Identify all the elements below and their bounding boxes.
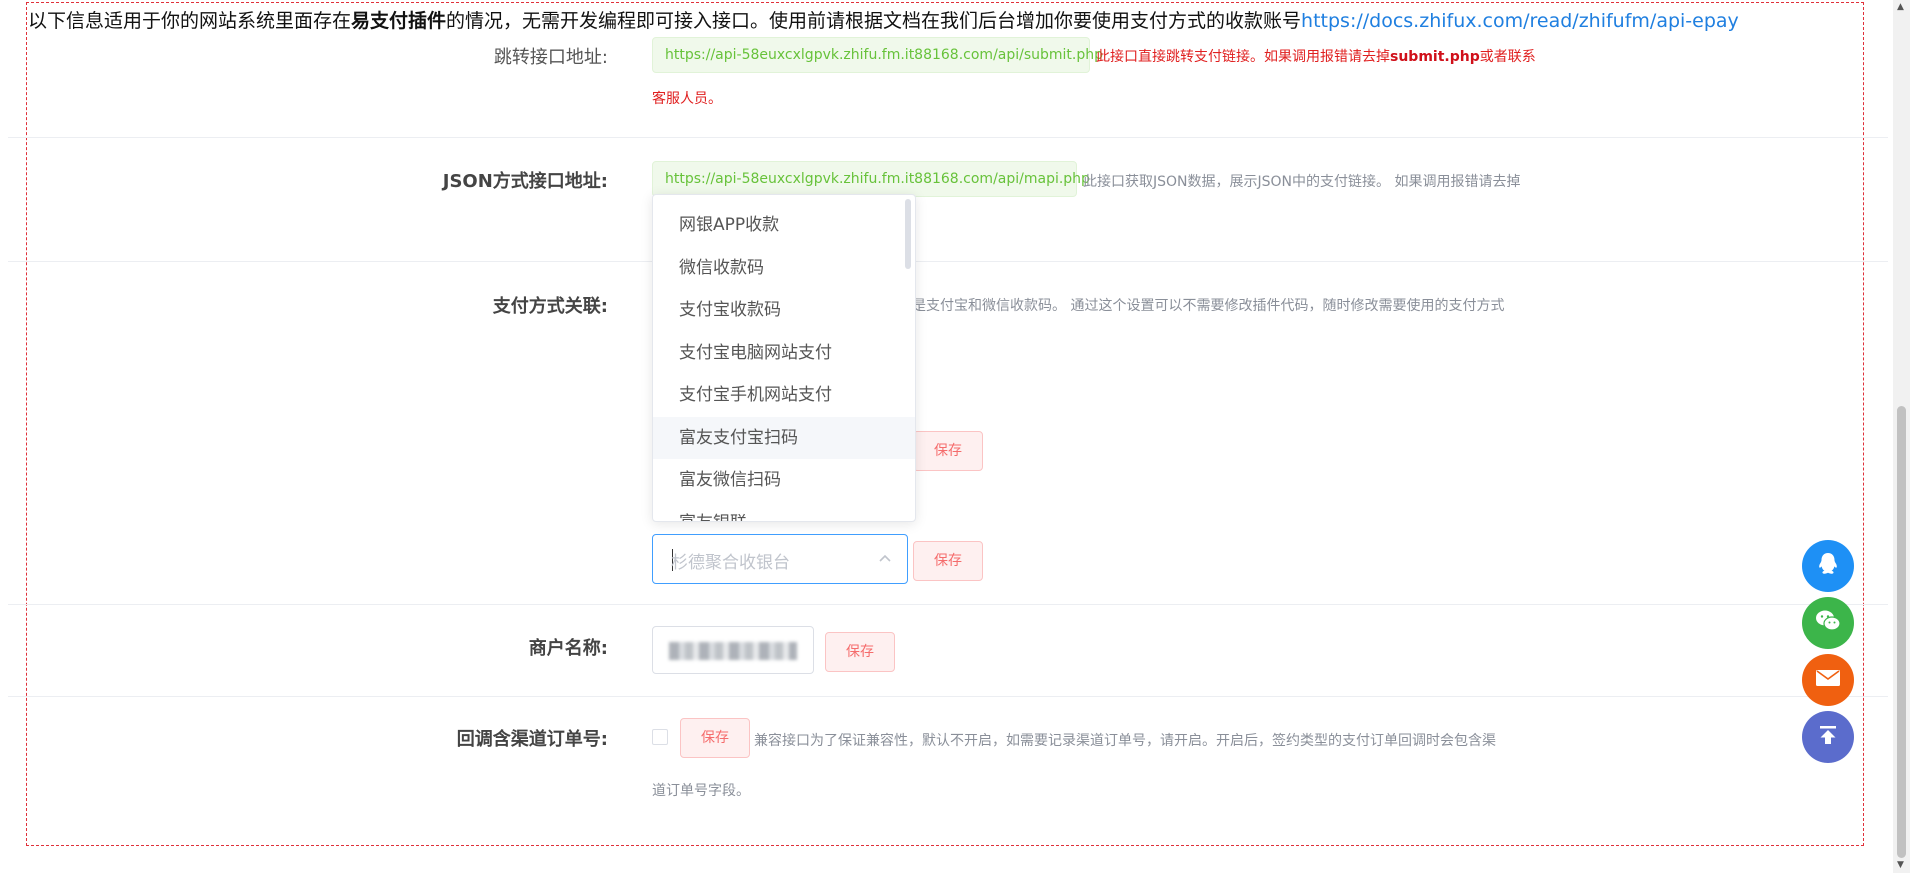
redirect-note-prefix: 此接口直接跳转支付链接。如果调用报错请去掉	[1096, 49, 1390, 65]
save-button[interactable]: 保存	[913, 541, 983, 581]
wechat-icon	[1814, 609, 1842, 637]
payment-mapping-note: 是支付宝和微信收款码。 通过这个设置可以不需要修改插件代码，随时修改需要使用的支…	[912, 298, 1505, 314]
mail-icon	[1815, 668, 1841, 692]
back-to-top-icon	[1816, 723, 1840, 751]
dropdown-option-hovered[interactable]: 富友支付宝扫码	[653, 416, 915, 459]
row-divider	[8, 261, 1888, 262]
email-contact-button[interactable]	[1802, 654, 1854, 706]
scroll-down-arrow-icon[interactable]: ▼	[1897, 860, 1904, 870]
scroll-up-arrow-icon[interactable]: ▲	[1897, 2, 1904, 12]
callback-note: 兼容接口为了保证兼容性，默认不开启，如需要记录渠道订单号，请开启。开启后，签约类…	[754, 733, 1496, 749]
select-placeholder: 杉德聚合收银台	[671, 553, 790, 573]
dropdown-option[interactable]: 微信收款码	[653, 247, 915, 290]
dropdown-option[interactable]: 富友微信扫码	[653, 459, 915, 502]
json-api-note: 此接口获取JSON数据，展示JSON中的支付链接。 如果调用报错请去掉	[1083, 174, 1521, 190]
row-divider	[8, 137, 1888, 138]
chevron-up-icon	[877, 551, 893, 571]
row-divider	[8, 604, 1888, 605]
docs-link[interactable]: https://docs.zhifux.com/read/zhifufm/api…	[1301, 10, 1739, 32]
qq-icon	[1816, 551, 1840, 581]
save-button[interactable]: 保存	[825, 632, 895, 672]
dropdown-option[interactable]: 富友银联	[653, 502, 915, 522]
dropdown-option[interactable]: 支付宝电脑网站支付	[653, 332, 915, 375]
dropdown-scrollbar[interactable]	[905, 199, 911, 269]
merchant-name-input[interactable]	[652, 626, 814, 674]
redirect-note: 此接口直接跳转支付链接。如果调用报错请去掉submit.php或者联系	[1096, 46, 1536, 66]
merchant-label: 商户名称:	[528, 638, 608, 659]
intro-bold: 易支付插件	[351, 10, 447, 32]
row-divider	[8, 696, 1888, 697]
callback-label: 回调含渠道订单号:	[456, 729, 608, 750]
payment-method-dropdown: 网银APP收款 微信收款码 支付宝收款码 支付宝电脑网站支付 支付宝手机网站支付…	[652, 194, 916, 522]
payment-mapping-label: 支付方式关联:	[492, 296, 608, 317]
dropdown-option[interactable]: 网银APP收款	[653, 204, 915, 247]
save-button[interactable]: 保存	[913, 431, 983, 471]
redirect-note-bold: submit.php	[1390, 49, 1480, 65]
content-frame	[26, 2, 1864, 846]
intro-prefix: 以下信息适用于你的网站系统里面存在	[28, 10, 352, 32]
redirect-url[interactable]: https://api-58euxcxlgpvk.zhifu.fm.it8816…	[652, 37, 1103, 73]
redirect-note-line2: 客服人员。	[652, 91, 722, 107]
qq-contact-button[interactable]	[1802, 540, 1854, 592]
blurred-merchant-name	[669, 642, 797, 660]
page-scrollbar-thumb[interactable]	[1897, 406, 1906, 858]
redirect-note-suffix: 或者联系	[1479, 49, 1536, 65]
dropdown-option[interactable]: 支付宝手机网站支付	[653, 374, 915, 417]
callback-checkbox[interactable]	[652, 729, 668, 745]
json-api-label: JSON方式接口地址:	[442, 171, 608, 192]
payment-method-select[interactable]: 杉德聚合收银台	[652, 534, 908, 584]
back-to-top-button[interactable]	[1802, 711, 1854, 763]
intro-suffix: 的情况，无需开发编程即可接入接口。使用前请根据文档在我们后台增加你要使用支付方式…	[446, 10, 1302, 32]
intro-text: 以下信息适用于你的网站系统里面存在易支付插件的情况，无需开发编程即可接入接口。使…	[28, 6, 1739, 33]
dropdown-option[interactable]: 支付宝收款码	[653, 289, 915, 332]
wechat-contact-button[interactable]	[1802, 597, 1854, 649]
callback-note-line2: 道订单号字段。	[652, 783, 750, 799]
save-button[interactable]: 保存	[680, 718, 750, 758]
json-api-url[interactable]: https://api-58euxcxlgpvk.zhifu.fm.it8816…	[652, 161, 1090, 197]
redirect-label: 跳转接口地址:	[493, 47, 608, 68]
